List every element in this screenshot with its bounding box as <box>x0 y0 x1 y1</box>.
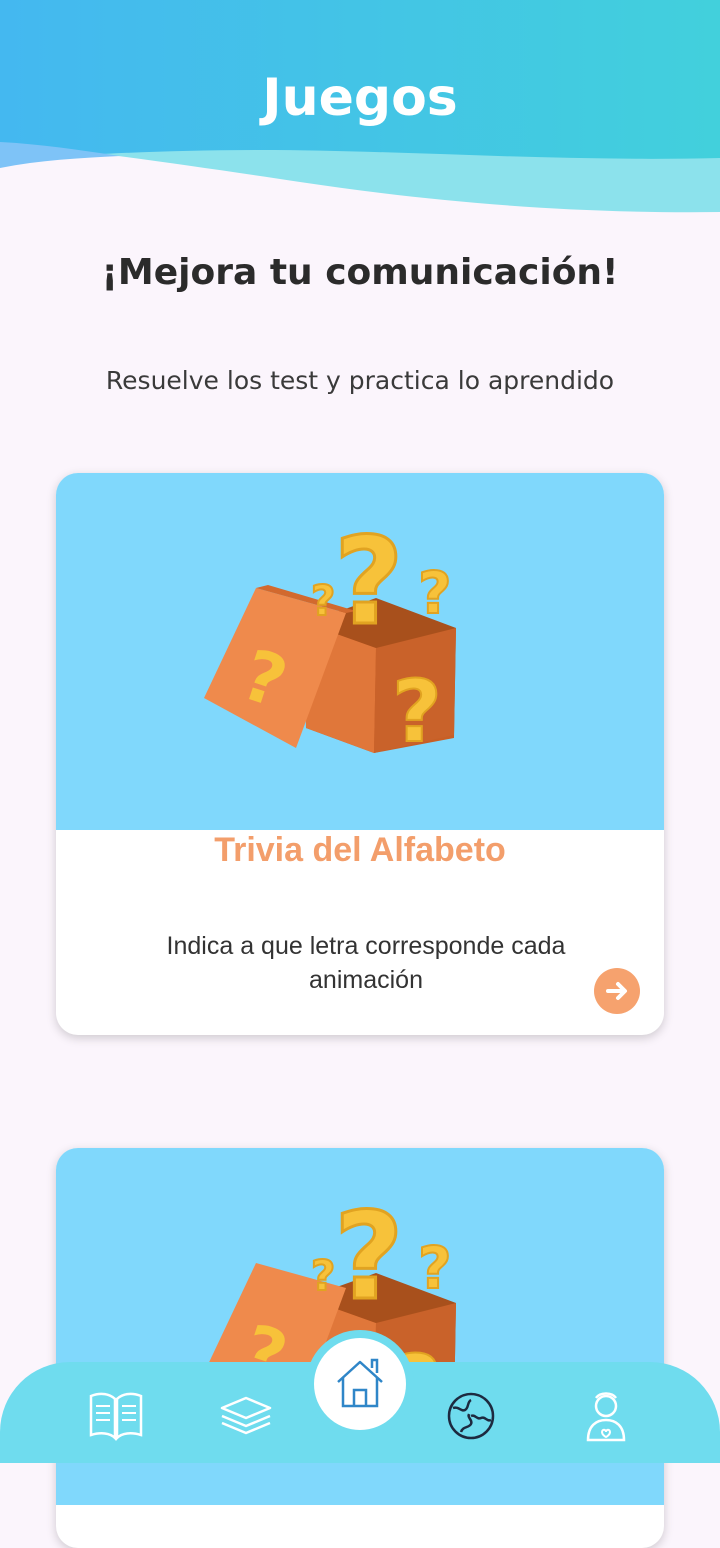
puzzle-globe-icon <box>447 1392 495 1440</box>
layers-icon <box>220 1396 272 1435</box>
game-card-trivia[interactable]: ? ? ? ? ? Trivia del Alfabeto Indica a q… <box>56 473 664 1035</box>
header: Juegos <box>0 0 720 215</box>
card-title: Trivia del Alfabeto <box>214 831 506 869</box>
card-description: Indica a que letra corresponde cada anim… <box>166 932 566 994</box>
svg-text:?: ? <box>418 1234 452 1302</box>
svg-text:?: ? <box>311 576 335 625</box>
profile-icon <box>586 1392 626 1442</box>
card-arrow-button[interactable] <box>594 968 640 1014</box>
svg-text:?: ? <box>311 1251 335 1300</box>
nav-item-profile[interactable] <box>576 1386 636 1446</box>
svg-text:?: ? <box>334 513 404 652</box>
svg-text:?: ? <box>334 1188 404 1327</box>
nav-item-games[interactable] <box>441 1386 501 1446</box>
question-box-icon: ? ? ? ? ? <box>204 512 456 763</box>
card-image: ? ? ? ? ? <box>56 473 664 830</box>
svg-text:?: ? <box>418 559 452 627</box>
home-button[interactable] <box>306 1330 414 1438</box>
section-subtitle: Resuelve los test y practica lo aprendid… <box>105 366 615 395</box>
home-icon <box>337 1358 383 1408</box>
arrow-right-icon <box>606 982 627 1000</box>
svg-text:?: ? <box>392 662 442 762</box>
page-title: Juegos <box>262 68 458 128</box>
nav-item-layers[interactable] <box>216 1386 276 1446</box>
nav-item-book[interactable] <box>86 1386 146 1446</box>
section-headline: ¡Mejora tu comunicación! <box>101 252 619 293</box>
home-button-inner <box>314 1338 406 1430</box>
book-icon <box>89 1392 143 1442</box>
